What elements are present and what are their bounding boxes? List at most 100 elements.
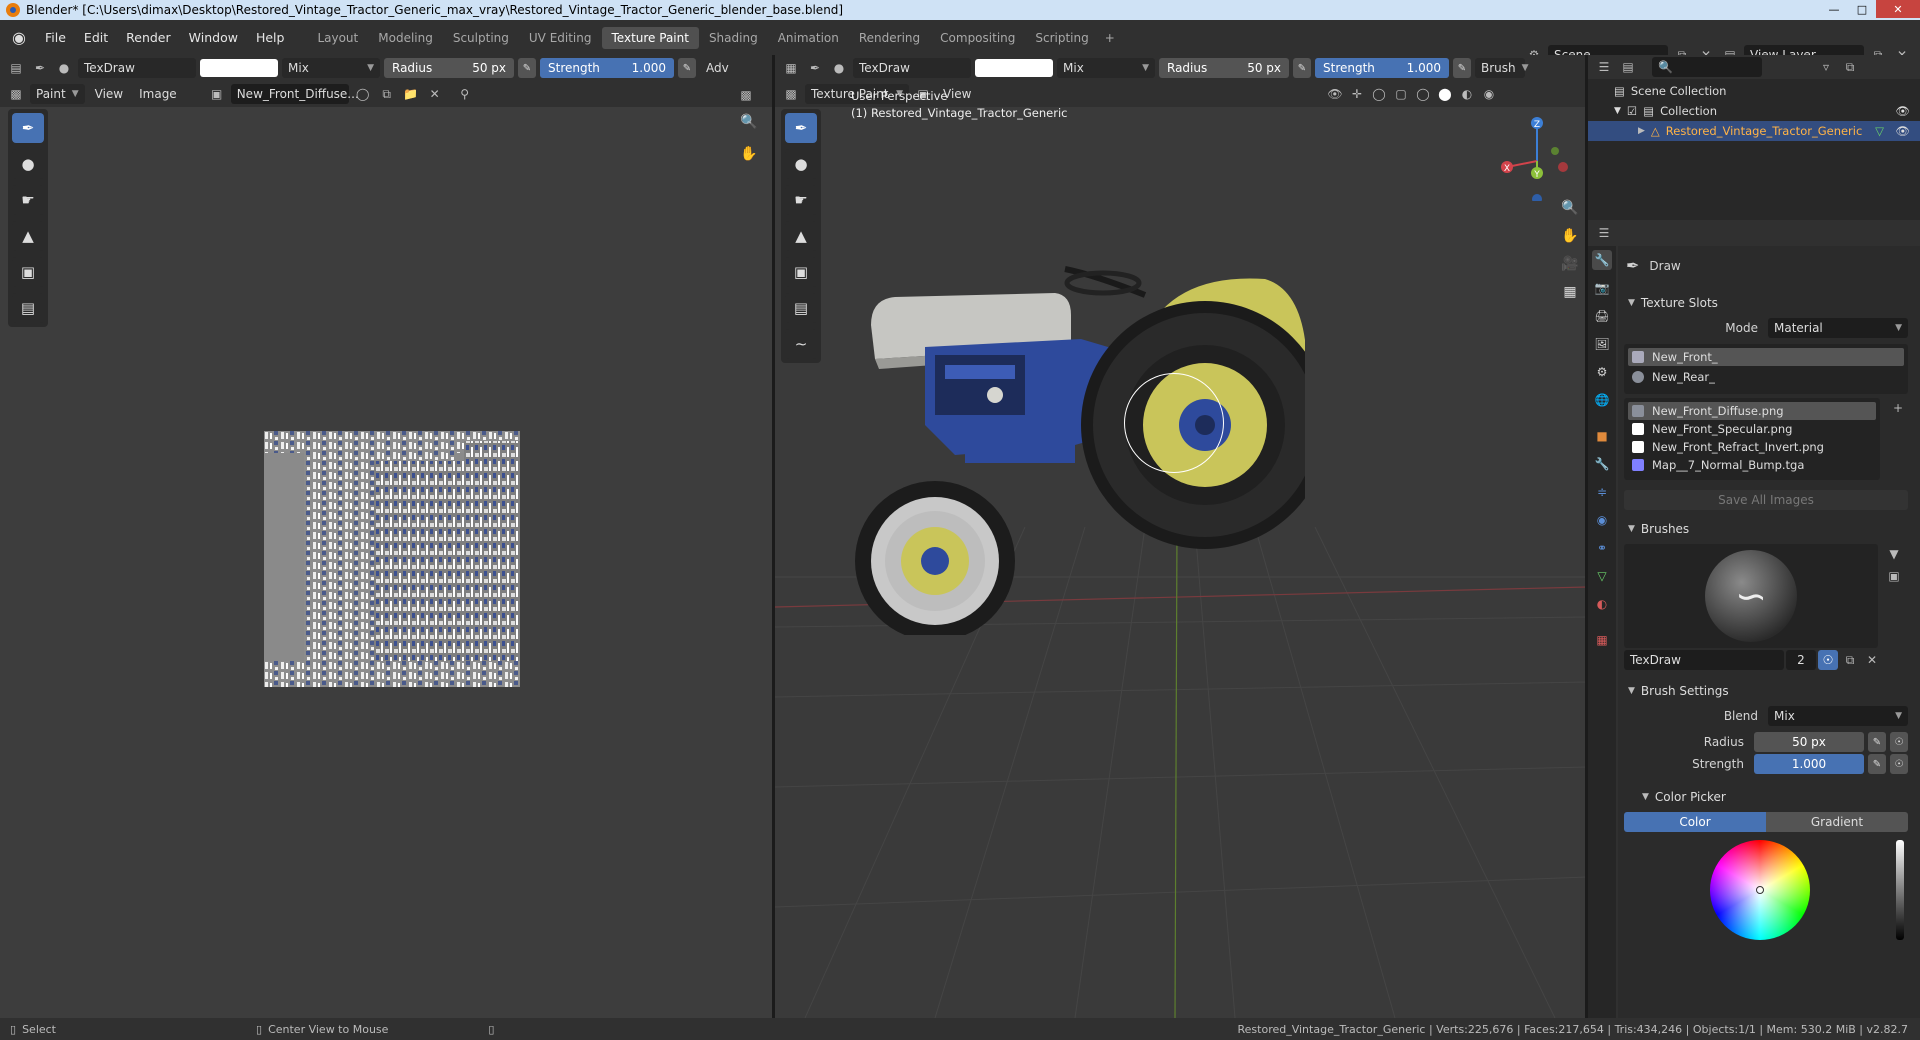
menu-file[interactable]: File xyxy=(36,30,75,45)
tractor-model[interactable] xyxy=(845,255,1305,635)
viewport-strength-pressure-icon[interactable]: ✎ xyxy=(1453,58,1471,78)
texture-mode-dropdown[interactable]: Material ▼ xyxy=(1768,318,1908,338)
draw-tool-icon[interactable]: ✒ xyxy=(12,113,44,143)
viewport-smear-tool-icon[interactable]: ☛ xyxy=(785,185,817,215)
open-image-icon[interactable]: 📁 xyxy=(401,84,421,104)
output-tab-icon[interactable]: 🖨 xyxy=(1592,306,1612,326)
wireframe-shading-icon[interactable]: ◯ xyxy=(1413,84,1433,104)
scene-tab-icon[interactable]: ⚙ xyxy=(1592,362,1612,382)
paint-mode-dropdown[interactable]: Paint ▼ xyxy=(30,84,85,104)
image-slot-item[interactable]: New_Front_Refract_Invert.png xyxy=(1628,438,1876,456)
tool-tab-icon[interactable]: 🔧 xyxy=(1592,250,1612,270)
image-name-field[interactable]: New_Front_Diffuse... xyxy=(230,84,359,104)
expand-icon[interactable]: ▼ xyxy=(1614,106,1621,116)
menu-render[interactable]: Render xyxy=(117,30,180,45)
tab-scripting[interactable]: Scripting xyxy=(1025,27,1098,49)
modifier-tab-icon[interactable]: 🔧 xyxy=(1592,454,1612,474)
filter-icon[interactable]: ▿ xyxy=(1816,57,1836,77)
smear-tool-icon[interactable]: ☛ xyxy=(12,185,44,215)
soften-tool-icon[interactable]: ● xyxy=(12,149,44,179)
viewport-soften-tool-icon[interactable]: ● xyxy=(785,149,817,179)
gizmo-icon[interactable]: ✛ xyxy=(1347,84,1367,104)
pin-icon[interactable]: ⚲ xyxy=(455,84,475,104)
expand-icon[interactable]: ▶ xyxy=(1638,126,1645,136)
menu-edit[interactable]: Edit xyxy=(75,30,117,45)
unlink-image-icon[interactable]: ✕ xyxy=(425,84,445,104)
brush-menu[interactable]: Brush ▼ xyxy=(1475,58,1529,78)
brush-browse-icon[interactable]: ▼ xyxy=(1884,544,1904,564)
viewport-editor-type-icon[interactable]: ▦ xyxy=(781,58,801,78)
image-slot-item[interactable]: New_Front_Diffuse.png xyxy=(1628,402,1876,420)
brush-name-field[interactable]: TexDraw xyxy=(1624,650,1784,670)
visibility-eye-icon[interactable]: 👁 xyxy=(1895,104,1910,118)
tab-animation[interactable]: Animation xyxy=(768,27,849,49)
zoom-icon[interactable]: 🔍 xyxy=(736,109,762,135)
fill-tool-icon[interactable]: ▣ xyxy=(12,257,44,287)
brush-color-swatch[interactable] xyxy=(200,59,278,77)
brush-settings-panel-header[interactable]: ▼ Brush Settings xyxy=(1624,680,1916,702)
viewport-brush-color-swatch[interactable] xyxy=(975,59,1053,77)
tab-sculpting[interactable]: Sculpting xyxy=(443,27,519,49)
add-workspace-icon[interactable]: + xyxy=(1099,27,1121,49)
image-browse-icon[interactable]: ▣ xyxy=(207,84,227,104)
radius-pen-icon[interactable]: ✎ xyxy=(1868,732,1886,752)
tab-shading[interactable]: Shading xyxy=(699,27,768,49)
solid-shading-icon[interactable]: ⬤ xyxy=(1435,84,1455,104)
visibility-icon[interactable]: 👁 xyxy=(1325,84,1345,104)
brush-strength-slider[interactable]: 1.000 xyxy=(1754,754,1864,774)
viewport-brush-tool-icon[interactable]: ✒ xyxy=(805,58,825,78)
checkbox-icon[interactable]: ☑ xyxy=(1627,104,1637,118)
texture-tab-icon[interactable]: ▦ xyxy=(1592,630,1612,650)
menu-image[interactable]: Image xyxy=(133,87,183,101)
new-image-icon[interactable]: ⧉ xyxy=(377,84,397,104)
texture-image-canvas[interactable] xyxy=(264,431,520,687)
render-tab-icon[interactable]: 📷 xyxy=(1592,278,1612,298)
radius-unit-icon[interactable]: ☉ xyxy=(1890,732,1908,752)
clone-tool-icon[interactable]: ▲ xyxy=(12,221,44,251)
tab-layout[interactable]: Layout xyxy=(307,27,368,49)
display-channels-icon[interactable]: ▩ xyxy=(736,85,756,105)
fake-user-shield-icon[interactable]: ☉ xyxy=(1818,650,1838,670)
tab-color[interactable]: Color xyxy=(1624,812,1766,832)
tab-modeling[interactable]: Modeling xyxy=(368,27,443,49)
navigation-gizmo[interactable]: Z X Y xyxy=(1489,111,1585,201)
material-shading-icon[interactable]: ◐ xyxy=(1457,84,1477,104)
editor-type-icon[interactable]: ▤ xyxy=(6,58,26,78)
menu-help[interactable]: Help xyxy=(247,30,294,45)
close-button[interactable]: ✕ xyxy=(1876,0,1920,18)
value-slider[interactable] xyxy=(1896,840,1904,940)
pan-hand-icon[interactable]: ✋ xyxy=(736,141,762,167)
tab-rendering[interactable]: Rendering xyxy=(849,27,930,49)
brush-tool-icon[interactable]: ✒ xyxy=(30,58,50,78)
viewport-draw-tool-icon[interactable]: ✒ xyxy=(785,113,817,143)
tab-texture-paint[interactable]: Texture Paint xyxy=(601,26,699,49)
xray-icon[interactable]: ▢ xyxy=(1391,84,1411,104)
strength-unit-icon[interactable]: ☉ xyxy=(1890,754,1908,774)
texture-slots-panel-header[interactable]: ▼ Texture Slots xyxy=(1624,292,1916,314)
color-wheel[interactable] xyxy=(1710,840,1810,940)
outliner-object-row[interactable]: ▶ △ Restored_Vintage_Tractor_Generic ▽ 👁 xyxy=(1588,121,1920,141)
physics-tab-icon[interactable]: ◉ xyxy=(1592,510,1612,530)
strength-pressure-icon[interactable]: ✎ xyxy=(678,58,696,78)
brush-users-count[interactable]: 2 xyxy=(1786,650,1816,670)
viewport-radius-pressure-icon[interactable]: ✎ xyxy=(1293,58,1311,78)
fake-user-icon[interactable]: ◯ xyxy=(353,84,373,104)
maximize-button[interactable]: □ xyxy=(1848,0,1876,18)
viewport-blend-dropdown[interactable]: Mix ▼ xyxy=(1057,58,1155,78)
brush-image-icon[interactable]: ▣ xyxy=(1884,566,1904,586)
color-picker-cursor[interactable] xyxy=(1756,886,1764,894)
brush-radius-slider[interactable]: 50 px xyxy=(1754,732,1864,752)
constraints-tab-icon[interactable]: ⚭ xyxy=(1592,538,1612,558)
minimize-button[interactable]: — xyxy=(1820,0,1848,18)
menu-view[interactable]: View xyxy=(89,87,129,101)
particles-tab-icon[interactable]: ≑ xyxy=(1592,482,1612,502)
viewport-pan-icon[interactable]: ✋ xyxy=(1557,223,1583,249)
ortho-toggle-icon[interactable]: ▦ xyxy=(1557,279,1583,305)
viewport-mask-tool-icon[interactable]: ▤ xyxy=(785,293,817,323)
viewport-strength-slider[interactable]: Strength 1.000 xyxy=(1315,58,1449,78)
3d-viewport[interactable]: ▦ ✒ ● TexDraw Mix ▼ Radius 50 px ✎ Strengt… xyxy=(775,55,1587,1018)
add-texture-icon[interactable]: + xyxy=(1888,398,1908,418)
unlink-brush-icon[interactable]: ✕ xyxy=(1862,650,1882,670)
blender-menu-icon[interactable]: ◉ xyxy=(8,27,30,49)
viewport-brush-selector[interactable]: TexDraw xyxy=(853,58,971,78)
